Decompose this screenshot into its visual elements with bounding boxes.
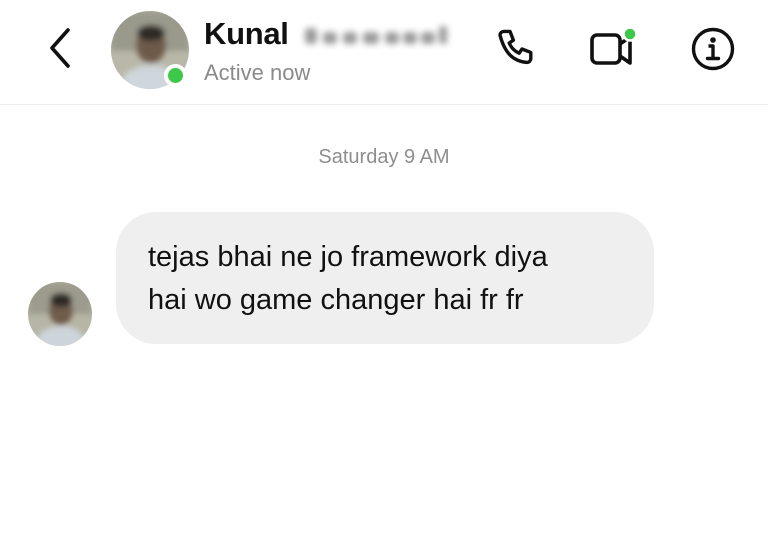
conversation-info-button[interactable]: [686, 22, 740, 76]
message-timestamp: Saturday 9 AM: [318, 146, 450, 168]
redacted-surname: [299, 20, 459, 50]
info-icon: [691, 27, 735, 71]
video-active-dot: [622, 26, 638, 42]
online-status-dot: [164, 64, 187, 87]
message-bubble[interactable]: tejas bhai ne jo framework diya hai wo g…: [116, 212, 654, 344]
contact-name[interactable]: Kunal: [204, 16, 289, 52]
chat-screen: Kunal Active now Saturday 9 AM tejas bha…: [0, 0, 768, 554]
chevron-left-icon: [50, 28, 70, 68]
contact-avatar-button[interactable]: [111, 11, 189, 89]
video-call-button[interactable]: [586, 22, 640, 76]
contact-status: Active now: [204, 60, 311, 85]
video-camera-icon: [590, 26, 638, 65]
back-button[interactable]: [38, 22, 82, 74]
phone-icon: [498, 29, 533, 65]
chat-header: Kunal Active now: [0, 0, 768, 105]
audio-call-button[interactable]: [490, 22, 544, 76]
sender-avatar[interactable]: [28, 282, 92, 346]
